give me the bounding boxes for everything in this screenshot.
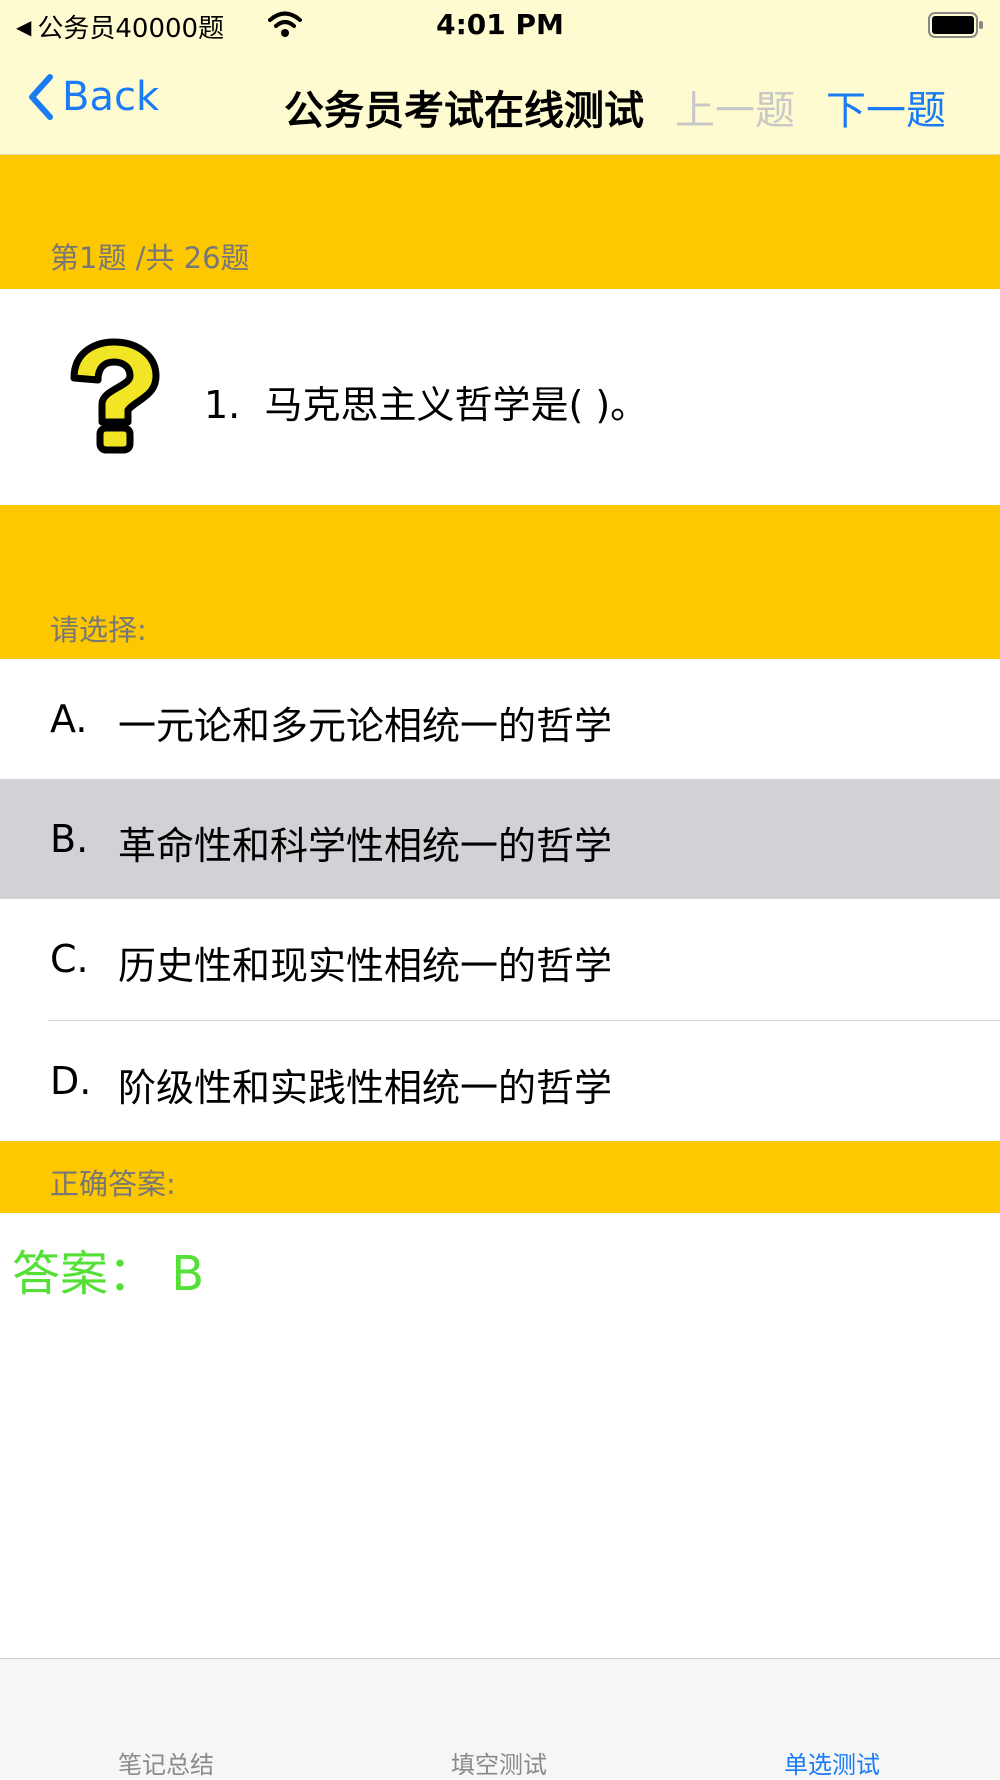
answer-header-band: 正确答案:: [0, 1141, 1000, 1213]
status-bar: ◀ 公务员40000题 4:01 PM: [0, 0, 1000, 50]
option-letter: A.: [50, 697, 88, 741]
option-letter: C.: [50, 937, 89, 981]
option-text: 一元论和多元论相统一的哲学: [118, 704, 613, 748]
question-body: 马克思主义哲学是( )。: [264, 383, 649, 427]
option-c[interactable]: C. 历史性和现实性相统一的哲学: [0, 899, 1000, 1019]
option-letter: B.: [50, 817, 89, 861]
option-a[interactable]: A. 一元论和多元论相统一的哲学: [0, 659, 1000, 779]
question-counter: 第1题 /共 26题: [50, 241, 250, 275]
option-text: 历史性和现实性相统一的哲学: [118, 944, 613, 988]
top-bar: ◀ 公务员40000题 4:01 PM Back 公务员考试在线测试 上一题 下…: [0, 0, 1000, 155]
option-b[interactable]: B. 革命性和科学性相统一的哲学: [0, 779, 1000, 899]
choices-header-band: 请选择:: [0, 505, 1000, 659]
option-text: 革命性和科学性相统一的哲学: [118, 824, 613, 868]
back-label: Back: [62, 74, 160, 120]
tab-fill-in[interactable]: 填空测试: [399, 1745, 599, 1780]
battery-icon: [928, 12, 983, 38]
navigation-bar: Back 公务员考试在线测试 上一题 下一题: [0, 54, 1000, 154]
answer-text: 答案： B: [12, 1246, 205, 1302]
tab-bar: 笔记总结 填空测试 单选测试: [0, 1658, 1000, 1779]
status-time: 4:01 PM: [436, 8, 564, 41]
option-d[interactable]: D. 阶级性和实践性相统一的哲学: [0, 1021, 1000, 1141]
question-text: 1. 马克思主义哲学是( )。: [204, 374, 648, 429]
question-header-band: 第1题 /共 26题: [0, 155, 1000, 289]
question-number: 1.: [204, 383, 241, 427]
page-title: 公务员考试在线测试: [284, 88, 644, 134]
option-text: 阶级性和实践性相统一的哲学: [118, 1066, 613, 1110]
tab-single-choice[interactable]: 单选测试: [732, 1745, 932, 1780]
question-mark-icon: [70, 338, 160, 454]
tab-notes[interactable]: 笔记总结: [66, 1745, 266, 1780]
back-button[interactable]: Back: [28, 72, 159, 122]
choices-header: 请选择:: [50, 613, 147, 647]
previous-question-button[interactable]: 上一题: [675, 78, 795, 136]
next-question-button[interactable]: 下一题: [826, 78, 946, 136]
chevron-left-icon: [29, 74, 53, 120]
answer-header: 正确答案:: [50, 1167, 176, 1201]
option-letter: D.: [50, 1059, 92, 1103]
